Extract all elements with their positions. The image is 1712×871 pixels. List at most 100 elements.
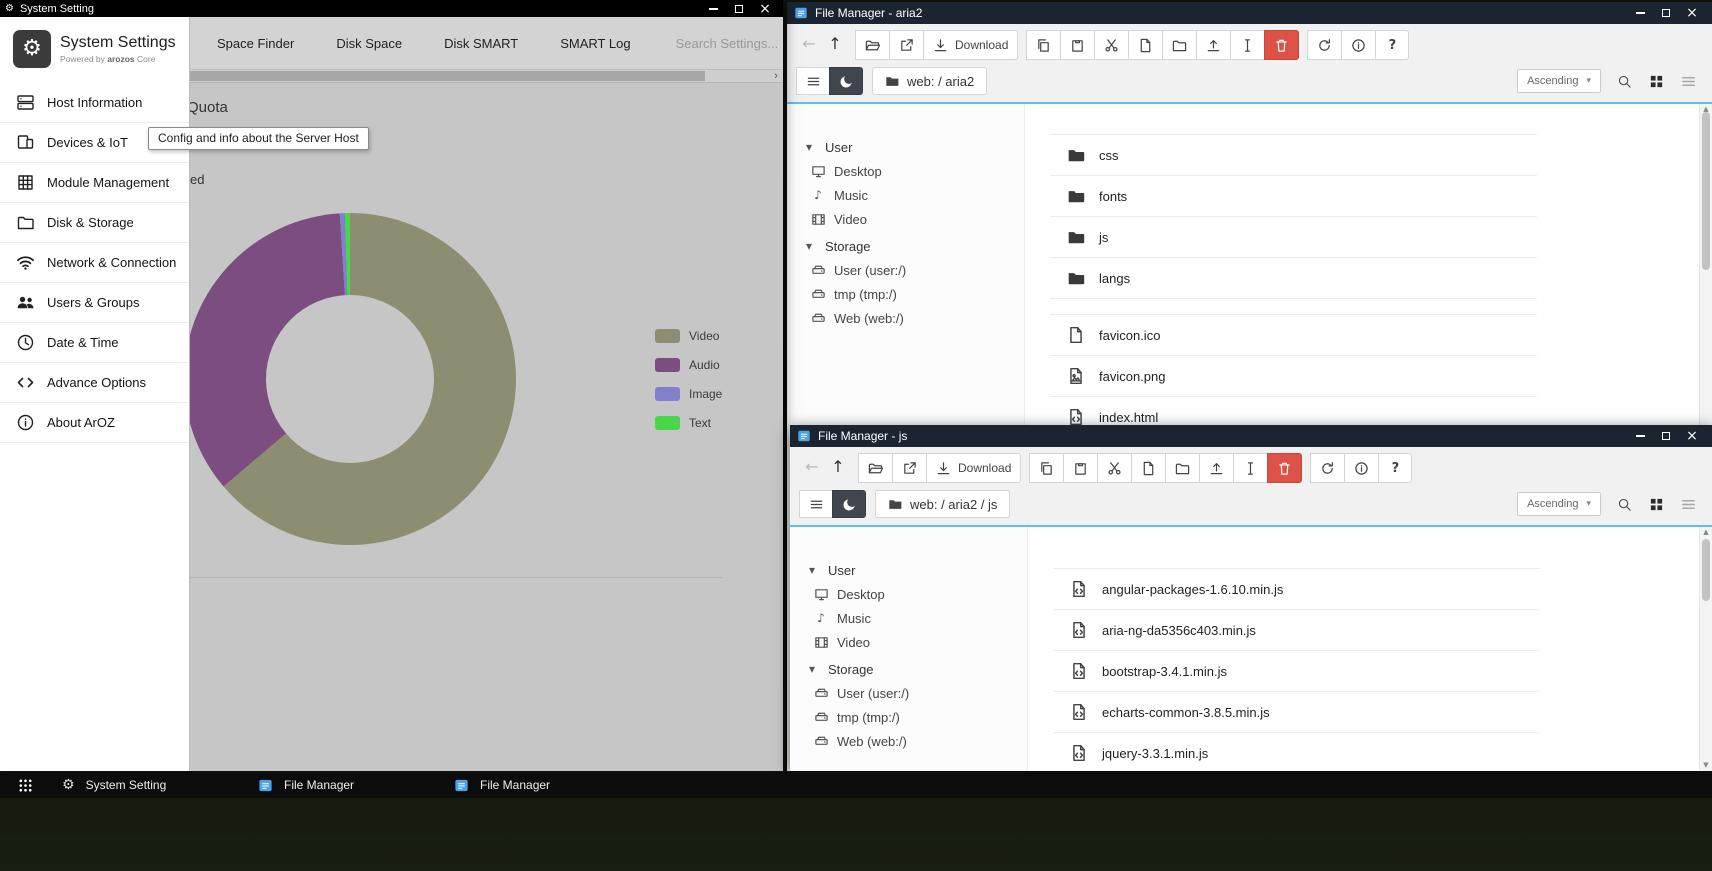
tree-item[interactable]: ▾ Storage [801, 234, 1024, 258]
cut-button[interactable] [1094, 30, 1129, 60]
settings-tab[interactable]: Space Finder [196, 36, 315, 51]
file-row[interactable]: angular-packages-1.6.10.min.js [1053, 569, 1540, 610]
breadcrumb[interactable]: web: / aria2 / js [875, 490, 1010, 518]
open-in-new-window-button[interactable] [889, 30, 924, 60]
help-button[interactable]: ? [1378, 453, 1412, 483]
taskbar-item[interactable]: ⚙ System Setting [54, 772, 250, 798]
tree-item[interactable]: ♪ Music [813, 606, 1027, 630]
settings-search-input[interactable] [674, 35, 824, 52]
upload-button[interactable] [1199, 453, 1234, 483]
cut-button[interactable] [1097, 453, 1132, 483]
scrollbar-thumb[interactable] [190, 71, 705, 81]
tree-item[interactable]: ♪ Music [810, 183, 1024, 207]
window-titlebar[interactable]: File Manager - js × [790, 425, 1712, 447]
up-button[interactable]: ↑ [826, 454, 850, 482]
paste-button[interactable] [1060, 30, 1095, 60]
open-in-new-window-button[interactable] [892, 453, 927, 483]
file-row[interactable]: favicon.png [1050, 356, 1537, 397]
download-button[interactable]: Download [926, 453, 1021, 483]
search-button[interactable] [1610, 68, 1638, 94]
tree-item[interactable]: ▾ User [804, 558, 1027, 582]
window-titlebar[interactable]: ⚙ System Setting × [0, 0, 783, 17]
refresh-button[interactable] [1310, 453, 1345, 483]
new-file-button[interactable] [1128, 30, 1163, 60]
minimize-button[interactable] [1627, 425, 1653, 447]
maximize-button[interactable] [1653, 425, 1679, 447]
sidebar-item[interactable]: Disk & Storage [0, 203, 189, 243]
breadcrumb[interactable]: web: / aria2 [872, 67, 987, 95]
scrollbar-thumb[interactable] [1702, 112, 1710, 270]
close-button[interactable]: × [1679, 425, 1705, 447]
upload-button[interactable] [1196, 30, 1231, 60]
settings-tab[interactable]: SMART Log [539, 36, 651, 51]
tree-item[interactable]: Desktop [810, 159, 1024, 183]
darkmode-button[interactable] [829, 67, 863, 95]
refresh-button[interactable] [1307, 30, 1342, 60]
paste-button[interactable] [1063, 453, 1098, 483]
sidebar-item[interactable]: Users & Groups [0, 283, 189, 323]
list-view-button[interactable] [1674, 491, 1702, 517]
sort-order-select[interactable]: Ascending ▾ [1517, 492, 1601, 516]
tree-item[interactable]: Web (web:/) [810, 306, 1024, 330]
new-folder-button[interactable] [1165, 453, 1200, 483]
file-row[interactable]: langs [1050, 258, 1537, 299]
file-row[interactable]: css [1050, 135, 1537, 176]
tree-item[interactable]: Video [813, 630, 1027, 654]
grid-view-button[interactable] [1642, 68, 1670, 94]
download-button[interactable]: Download [923, 30, 1018, 60]
grid-view-button[interactable] [1642, 491, 1670, 517]
rename-button[interactable] [1230, 30, 1265, 60]
sort-order-select[interactable]: Ascending ▾ [1517, 69, 1601, 93]
minimize-button[interactable] [700, 0, 726, 17]
tree-item[interactable]: tmp (tmp:/) [810, 282, 1024, 306]
properties-button[interactable] [1344, 453, 1379, 483]
file-row[interactable]: js [1050, 217, 1537, 258]
file-row[interactable]: fonts [1050, 176, 1537, 217]
close-button[interactable]: × [1679, 2, 1705, 24]
settings-tab[interactable]: Disk SMART [423, 36, 539, 51]
close-button[interactable]: × [752, 0, 778, 17]
maximize-button[interactable] [726, 0, 752, 17]
menu-button[interactable] [796, 67, 830, 95]
scroll-right-arrow-icon[interactable]: › [769, 70, 783, 82]
help-button[interactable]: ? [1375, 30, 1409, 60]
taskbar-item[interactable]: File Manager [446, 772, 642, 798]
search-button[interactable] [1610, 491, 1638, 517]
sidebar-item[interactable]: Date & Time [0, 323, 189, 363]
copy-button[interactable] [1029, 453, 1064, 483]
settings-tab[interactable]: Disk Space [315, 36, 423, 51]
tree-item[interactable]: User (user:/) [810, 258, 1024, 282]
back-button[interactable]: ← [800, 454, 824, 482]
legend-item[interactable]: Text [655, 416, 722, 430]
delete-button[interactable] [1267, 453, 1302, 483]
sidebar-item[interactable]: Network & Connection [0, 243, 189, 283]
file-row[interactable]: echarts-common-3.8.5.min.js [1053, 692, 1540, 733]
new-folder-button[interactable] [1162, 30, 1197, 60]
tree-item[interactable]: Desktop [813, 582, 1027, 606]
legend-item[interactable]: Audio [655, 358, 722, 372]
scroll-down-arrow-icon[interactable]: ▼ [1700, 761, 1712, 769]
delete-button[interactable] [1264, 30, 1299, 60]
window-titlebar[interactable]: File Manager - aria2 × [787, 2, 1712, 24]
rename-button[interactable] [1233, 453, 1268, 483]
open-folder-button[interactable] [855, 30, 890, 60]
tree-item[interactable]: ▾ Storage [804, 657, 1027, 681]
new-file-button[interactable] [1131, 453, 1166, 483]
file-row[interactable]: aria-ng-da5356c403.min.js [1053, 610, 1540, 651]
file-row[interactable]: bootstrap-3.4.1.min.js [1053, 651, 1540, 692]
maximize-button[interactable] [1653, 2, 1679, 24]
file-row[interactable]: jquery-3.3.1.min.js [1053, 733, 1540, 771]
vertical-scrollbar[interactable]: ▲ ▼ [1699, 527, 1712, 771]
darkmode-button[interactable] [832, 490, 866, 518]
properties-button[interactable] [1341, 30, 1376, 60]
sidebar-item[interactable]: Advance Options [0, 363, 189, 403]
up-button[interactable]: ↑ [823, 31, 847, 59]
file-row[interactable]: favicon.ico [1050, 315, 1537, 356]
sidebar-item[interactable]: About ArOZ [0, 403, 189, 443]
horizontal-scrollbar[interactable]: › [190, 69, 783, 83]
legend-item[interactable]: Video [655, 329, 722, 343]
tree-item[interactable]: Web (web:/) [813, 729, 1027, 753]
minimize-button[interactable] [1627, 2, 1653, 24]
copy-button[interactable] [1026, 30, 1061, 60]
legend-item[interactable]: Image [655, 387, 722, 401]
